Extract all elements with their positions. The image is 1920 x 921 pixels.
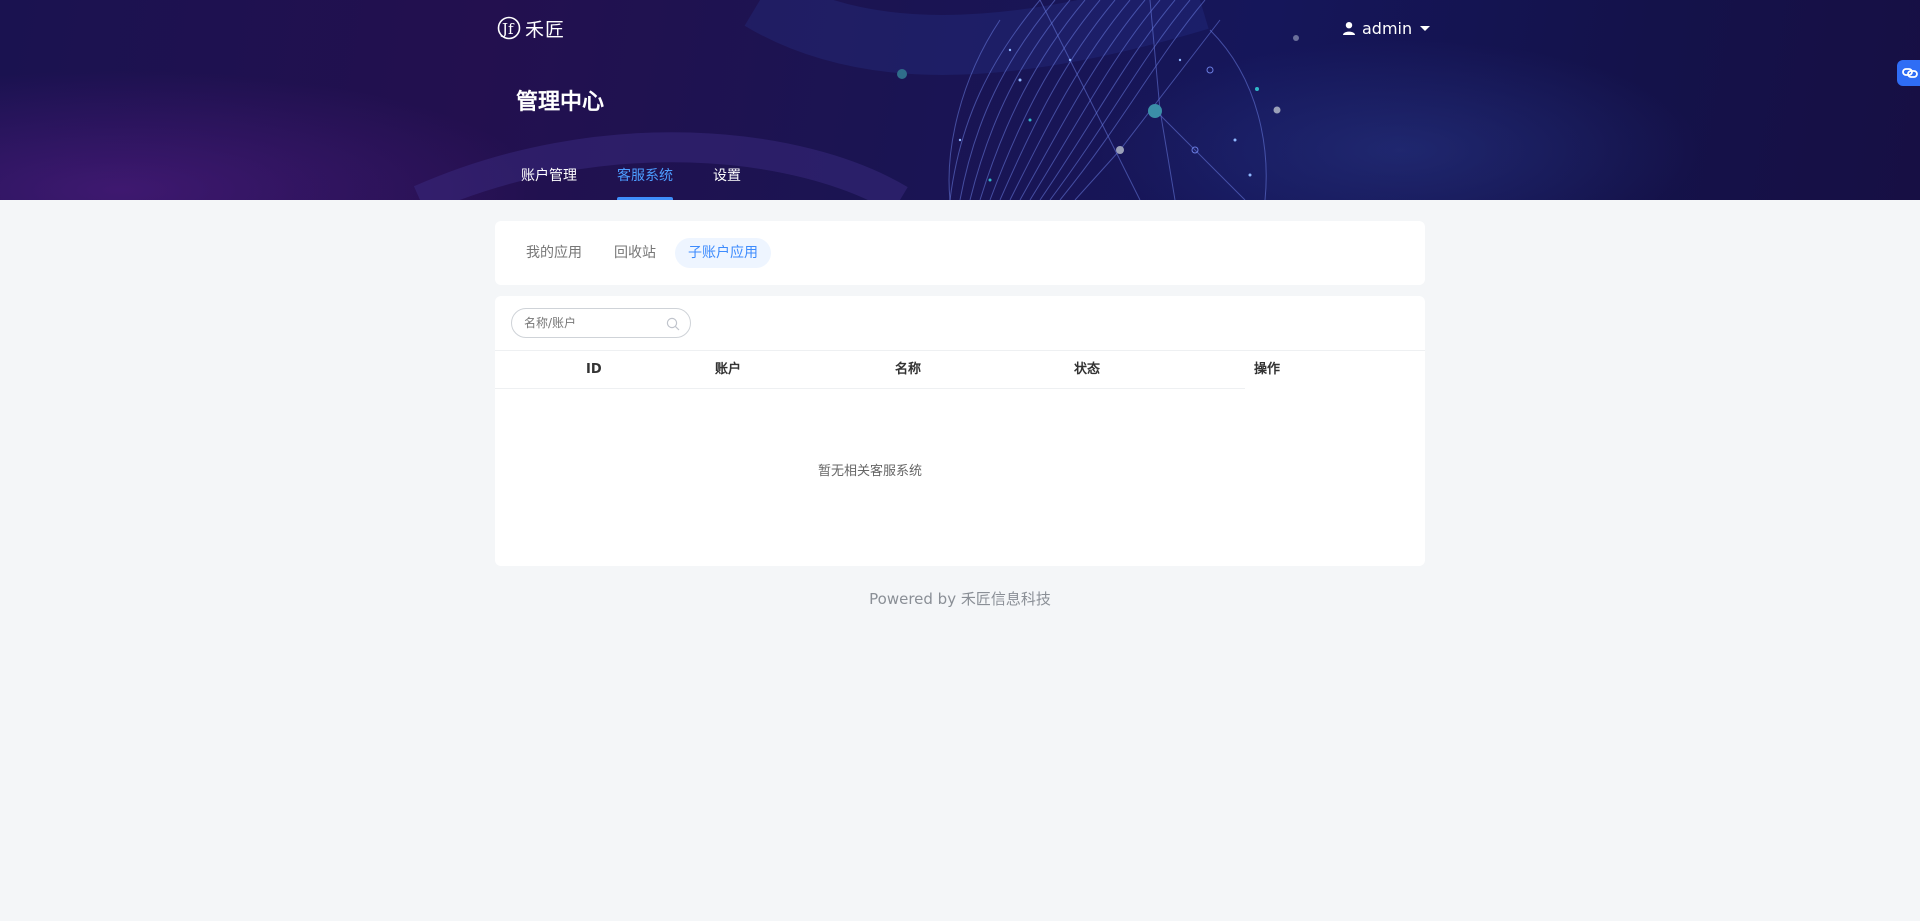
header-banner: Jf 禾匠 admin 管理中心 账户管理 客服系统 设置: [0, 0, 1920, 200]
header-divider: [495, 388, 1245, 389]
column-header-actions: 操作: [1254, 362, 1281, 377]
user-menu[interactable]: admin: [1342, 16, 1431, 40]
tab-customer-service[interactable]: 客服系统: [617, 160, 673, 200]
user-icon: [1343, 22, 1355, 35]
sub-tab-sub-account-apps[interactable]: 子账户应用: [675, 238, 771, 268]
table-header: ID 账户 名称 状态 操作: [495, 350, 1425, 389]
chevron-down-icon: [1420, 25, 1431, 31]
column-header-account: 账户: [715, 362, 742, 377]
sub-tabs-card: 我的应用 回收站 子账户应用: [495, 221, 1425, 285]
logo-icon: Jf: [497, 16, 521, 40]
column-header-id: ID: [586, 362, 602, 377]
username: admin: [1362, 18, 1413, 38]
link-icon: [1902, 68, 1918, 78]
list-card: ID 账户 名称 状态 操作 暂无相关客服系统: [495, 296, 1425, 566]
tab-settings[interactable]: 设置: [713, 160, 741, 200]
footer: Powered by 禾匠信息科技: [869, 590, 1051, 608]
search-icon[interactable]: [666, 317, 680, 331]
tab-account-management[interactable]: 账户管理: [521, 160, 577, 200]
svg-text:Jf: Jf: [500, 20, 515, 38]
brand-logo[interactable]: Jf 禾匠: [497, 14, 565, 42]
sub-tab-recycle-bin[interactable]: 回收站: [601, 238, 669, 268]
page-title: 管理中心: [516, 90, 605, 115]
column-header-name: 名称: [895, 362, 922, 377]
search-input[interactable]: [524, 316, 664, 330]
main-nav: 账户管理 客服系统 设置: [521, 160, 781, 200]
brand-name: 禾匠: [525, 18, 566, 41]
empty-state: 暂无相关客服系统: [817, 464, 922, 479]
search-box: [511, 308, 691, 338]
banner-decoration: [0, 0, 1700, 200]
column-header-status: 状态: [1074, 362, 1101, 377]
float-button[interactable]: [1897, 60, 1920, 86]
sub-tab-my-apps[interactable]: 我的应用: [513, 238, 595, 268]
